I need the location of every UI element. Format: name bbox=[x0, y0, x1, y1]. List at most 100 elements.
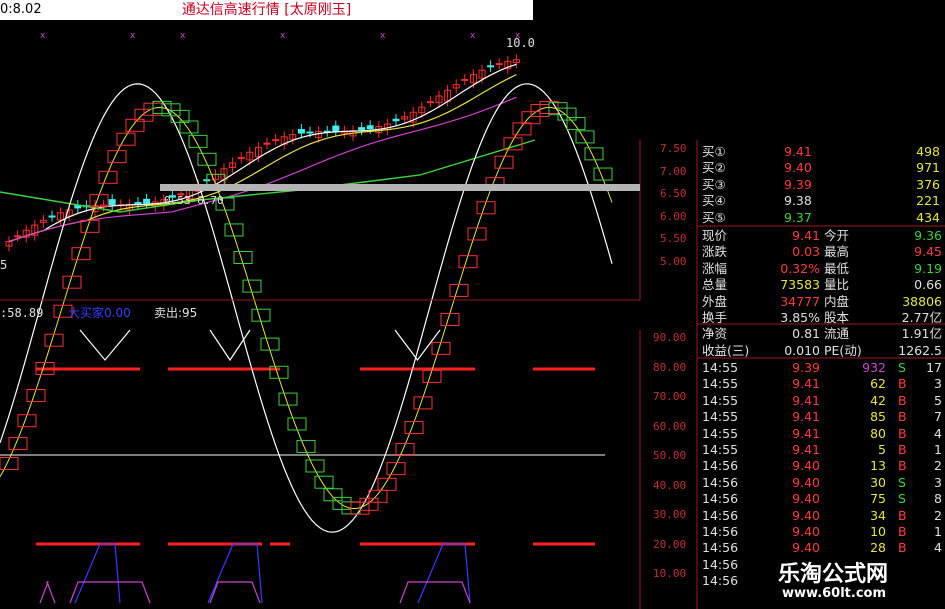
tick-price: 9.41 bbox=[792, 392, 820, 408]
candle-body bbox=[134, 202, 142, 205]
bid-volume: 498 bbox=[916, 144, 940, 159]
tick-side: S bbox=[898, 474, 906, 490]
step-box bbox=[224, 223, 244, 237]
stat-value: 0.66 bbox=[914, 277, 942, 293]
tick-volume: 62 bbox=[870, 376, 886, 392]
candle-body bbox=[358, 127, 366, 131]
stat-label: 总量 bbox=[702, 277, 728, 293]
tick-count: 4 bbox=[934, 425, 942, 441]
price-band bbox=[160, 184, 640, 191]
candle-body bbox=[487, 65, 495, 68]
candle-body bbox=[366, 125, 374, 130]
step-box bbox=[512, 122, 532, 136]
stat-value: 9.19 bbox=[914, 260, 942, 276]
low-price-label: 5 bbox=[0, 258, 8, 272]
stat-label: PE(动) bbox=[824, 342, 862, 358]
stat-label: 量比 bbox=[824, 277, 850, 293]
candle-body bbox=[426, 101, 434, 104]
tick-time: 14:55 bbox=[702, 442, 739, 457]
candle-body bbox=[461, 78, 469, 81]
stat-label: 涨幅 bbox=[702, 260, 728, 276]
tick-side: B bbox=[898, 409, 907, 425]
peak-marker bbox=[394, 329, 441, 361]
indicator-value-buy: 大买家0.00 bbox=[68, 306, 131, 320]
indicator-y-tick: 30.00 bbox=[653, 508, 687, 521]
step-box bbox=[251, 308, 271, 322]
candle-body bbox=[263, 142, 271, 145]
indicator-y-tick: 10.00 bbox=[653, 567, 687, 580]
step-box bbox=[413, 396, 433, 410]
bid-price: 9.37 bbox=[784, 209, 812, 225]
signal-mark: x bbox=[130, 31, 136, 41]
indicator-value-sell: 卖出:95 bbox=[154, 306, 198, 320]
sell-signal bbox=[399, 581, 471, 604]
bid-label: 买① bbox=[702, 144, 726, 159]
kline-y-tick: 5.00 bbox=[660, 254, 687, 268]
tick-price: 9.40 bbox=[792, 524, 820, 539]
bid-price: 9.39 bbox=[784, 176, 812, 192]
stat-label: 内盘 bbox=[824, 293, 850, 309]
stat-value: 0.03 bbox=[792, 244, 820, 260]
bid-label: 买④ bbox=[702, 193, 726, 209]
tick-side: B bbox=[898, 524, 907, 539]
tick-price: 9.40 bbox=[792, 474, 820, 490]
step-box bbox=[260, 337, 280, 351]
bid-volume: 221 bbox=[916, 193, 940, 209]
tick-price: 9.40 bbox=[792, 507, 820, 523]
tick-volume: 80 bbox=[870, 425, 886, 441]
tick-time: 14:56 bbox=[702, 524, 739, 539]
step-box bbox=[314, 475, 334, 489]
candle-body bbox=[237, 156, 245, 159]
tick-count: 7 bbox=[934, 409, 942, 425]
indicator-y-tick: 50.00 bbox=[653, 449, 687, 462]
candle-body bbox=[108, 199, 116, 206]
peak-marker bbox=[79, 329, 131, 361]
step-box bbox=[467, 227, 487, 241]
tick-time: 14:56 bbox=[702, 458, 739, 474]
tick-count: 3 bbox=[934, 376, 942, 392]
bid-price: 9.38 bbox=[784, 193, 812, 209]
step-box bbox=[26, 389, 46, 403]
bid-label: 买⑤ bbox=[702, 209, 726, 225]
stat-value: 38806 bbox=[902, 293, 942, 309]
step-box bbox=[440, 313, 460, 327]
tick-price: 9.41 bbox=[792, 376, 820, 392]
tick-time: 14:56 bbox=[702, 474, 739, 490]
tick-volume: 932 bbox=[862, 360, 886, 375]
stat-label: 收益(三) bbox=[702, 342, 750, 358]
buy-signal bbox=[74, 543, 121, 604]
kline-y-tick: 6.00 bbox=[660, 209, 687, 223]
tick-volume: 5 bbox=[878, 442, 886, 457]
candle-body bbox=[14, 235, 22, 238]
stat-label: 最低 bbox=[824, 260, 850, 276]
ma5-line bbox=[8, 63, 517, 243]
tick-time: 14:55 bbox=[702, 409, 739, 425]
step-box bbox=[458, 255, 478, 269]
tick-time: 14:55 bbox=[702, 376, 739, 392]
stat-label: 净资 bbox=[702, 326, 728, 342]
candle-body bbox=[48, 215, 56, 218]
tick-count: 1 bbox=[934, 524, 942, 539]
tick-count: 17 bbox=[926, 360, 942, 375]
signal-mark: x bbox=[180, 31, 186, 41]
tick-time: 14:56 bbox=[702, 540, 739, 556]
stat-label: 换手 bbox=[702, 310, 728, 325]
tick-volume: 13 bbox=[870, 458, 886, 474]
stat-label: 流通 bbox=[824, 326, 850, 342]
kline-y-tick: 7.50 bbox=[660, 142, 687, 155]
tick-volume: 85 bbox=[870, 409, 886, 425]
candle-body bbox=[143, 198, 151, 204]
bid-volume: 971 bbox=[916, 160, 940, 176]
candle-body bbox=[332, 125, 340, 132]
tick-side: S bbox=[898, 491, 906, 507]
stat-value: 9.36 bbox=[914, 228, 942, 243]
step-box bbox=[449, 283, 469, 297]
stat-value: 0.81 bbox=[792, 326, 820, 342]
stat-value: 2.77亿 bbox=[901, 310, 942, 325]
signal-mark: x bbox=[280, 31, 286, 41]
indicator-y-tick: 80.00 bbox=[653, 360, 687, 374]
stat-value: 73583 bbox=[780, 277, 820, 293]
tick-time: 14:55 bbox=[702, 425, 739, 441]
tick-side: B bbox=[898, 507, 907, 523]
step-box bbox=[242, 279, 262, 293]
